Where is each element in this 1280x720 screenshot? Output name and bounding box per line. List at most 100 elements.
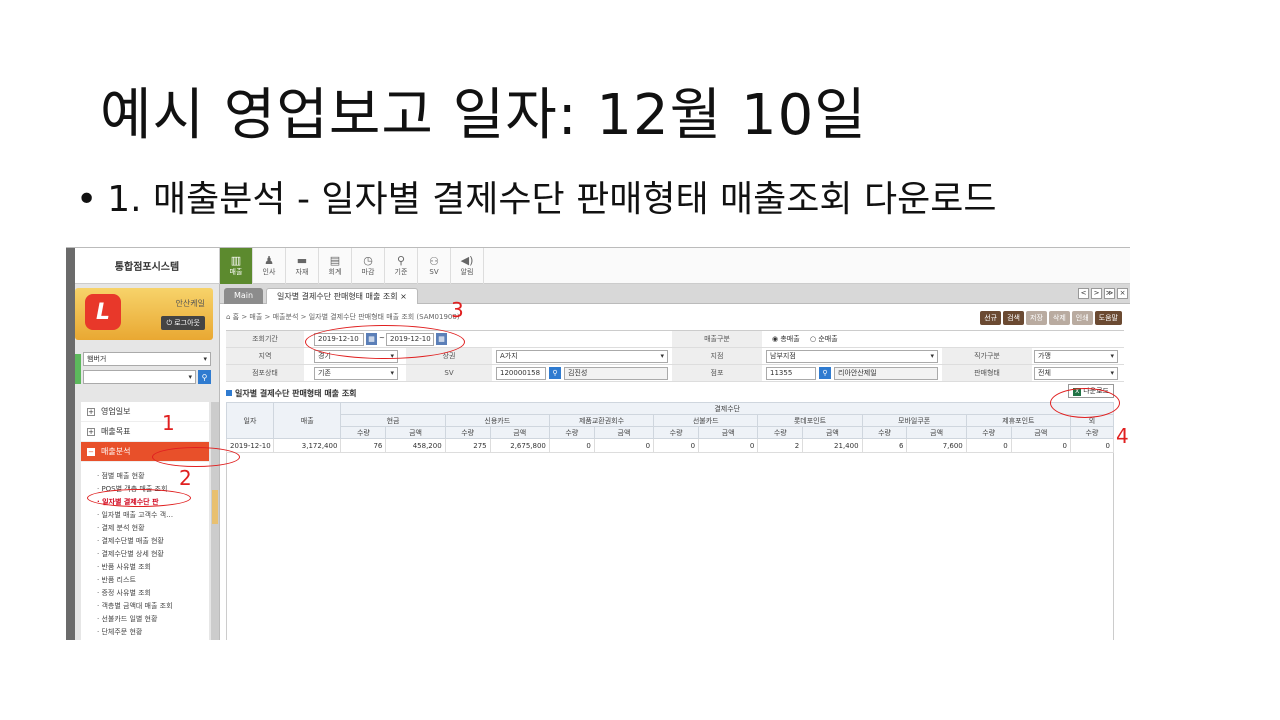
nav-item-6[interactable]: ⚇ SV bbox=[418, 248, 451, 284]
slide-bullet: • 1. 매출분석 - 일자별 결제수단 판매형태 매출조회 다운로드 bbox=[76, 170, 996, 222]
cell-value: 0 bbox=[965, 438, 1012, 453]
action-buttons: 선규 검색 저장 삭제 인쇄 도움말 bbox=[980, 311, 1122, 325]
method-header: 제품교환권회수 bbox=[548, 414, 655, 427]
branch-select[interactable]: 남부지점 ▾ bbox=[766, 350, 938, 363]
cell-value: 21,400 bbox=[802, 438, 863, 453]
tab-list-button[interactable]: ≫ bbox=[1104, 288, 1115, 299]
method-header: 선불카드 bbox=[653, 414, 759, 427]
menu-item[interactable]: · 일자별 매출 고객수 객… bbox=[81, 509, 209, 522]
nav-item-7[interactable]: ◀) 알림 bbox=[451, 248, 484, 284]
menu-group[interactable]: + 영업일보 bbox=[81, 402, 209, 422]
cell-value: 0 bbox=[593, 438, 655, 453]
menu-item[interactable]: · 객층별 금액대 매출 조회 bbox=[81, 600, 209, 613]
menu-scrollbar[interactable] bbox=[211, 402, 219, 640]
nav-item-5[interactable]: ⚲ 기준 bbox=[385, 248, 418, 284]
menu-item[interactable]: · 반품 리스트 bbox=[81, 574, 209, 587]
store-code-input[interactable]: 11355 bbox=[766, 367, 816, 380]
expand-icon: + bbox=[87, 427, 95, 436]
amount-header: 금액 bbox=[698, 426, 759, 439]
menu-item[interactable]: · 선불카드 일별 현황 bbox=[81, 613, 209, 626]
store-search-input[interactable]: ▾ bbox=[83, 370, 196, 384]
menu-item[interactable]: · 증정 사유별 조회 bbox=[81, 587, 209, 600]
chevron-down-icon: ▾ bbox=[188, 373, 192, 381]
tab-next-button[interactable]: > bbox=[1091, 288, 1102, 299]
tab-close-all-button[interactable]: × bbox=[1117, 288, 1128, 299]
nav-item-label: 알림 bbox=[460, 268, 474, 276]
nav-item-2[interactable]: ▬ 자재 bbox=[286, 248, 319, 284]
menu-group-label: 매출목표 bbox=[101, 427, 131, 436]
district-select[interactable]: A가지 ▾ bbox=[496, 350, 668, 363]
sv-code-input[interactable]: 120000158 bbox=[496, 367, 546, 380]
action-button-4[interactable]: 인쇄 bbox=[1071, 311, 1093, 325]
person-icon: ♟ bbox=[264, 254, 274, 267]
nav-item-label: 매출 bbox=[229, 268, 243, 276]
left-edge-bar bbox=[66, 248, 75, 640]
radio-net-sales[interactable]: ○ 순매출 bbox=[810, 334, 838, 344]
menu-group[interactable]: + 매출목표 bbox=[81, 422, 209, 442]
action-button-2[interactable]: 저장 bbox=[1026, 311, 1047, 325]
payment-group-header: 결제수단 bbox=[340, 402, 1114, 415]
store-type-value: 햄버거 bbox=[87, 355, 107, 363]
chevron-down-icon: ▾ bbox=[1110, 369, 1114, 377]
menu-item[interactable]: · 단체주문 현황 bbox=[81, 626, 209, 639]
action-button-1[interactable]: 검색 bbox=[1003, 311, 1024, 325]
radio-gross-sales[interactable]: ◉ 총매출 bbox=[772, 334, 800, 344]
cell-value: 458,200 bbox=[385, 438, 446, 453]
menu-item[interactable]: · 결제수단별 상세 현황 bbox=[81, 548, 209, 561]
branch-label: 지점 bbox=[672, 348, 762, 364]
action-button-3[interactable]: 삭제 bbox=[1048, 311, 1070, 325]
chart-icon: ▥ bbox=[230, 254, 242, 267]
store-type-select[interactable]: 햄버거 ▾ bbox=[83, 352, 211, 366]
top-nav: ▥ 매출 ♟ 인사 ▬ 자재 ▤ 회계 ◷ 마감 ⚲ 기준 ⚇ SV ◀) 알림 bbox=[220, 248, 1130, 284]
status-label: 점포상태 bbox=[226, 365, 304, 381]
clock-icon: ◷ bbox=[363, 254, 373, 267]
nav-item-label: 자재 bbox=[295, 268, 309, 276]
sale-form-select[interactable]: 전체 ▾ bbox=[1034, 367, 1118, 380]
tab-main[interactable]: Main bbox=[224, 288, 264, 304]
qty-header: 수량 bbox=[757, 426, 804, 439]
menu-item[interactable]: · 결제 분석 현황 bbox=[81, 522, 209, 535]
nav-item-1[interactable]: ♟ 인사 bbox=[253, 248, 286, 284]
nav-item-4[interactable]: ◷ 마감 bbox=[352, 248, 385, 284]
scrollbar-thumb[interactable] bbox=[212, 490, 218, 524]
annotation-circle-4 bbox=[1050, 388, 1120, 418]
amount-header: 금액 bbox=[1010, 426, 1071, 439]
franchise-select[interactable]: 가맹 ▾ bbox=[1034, 350, 1118, 363]
org-icon: ⚇ bbox=[429, 255, 439, 268]
nav-item-3[interactable]: ▤ 회계 bbox=[319, 248, 352, 284]
nav-item-0[interactable]: ▥ 매출 bbox=[220, 248, 253, 284]
nav-item-label: 인사 bbox=[262, 268, 276, 276]
cell-value: 76 bbox=[340, 438, 387, 453]
store-search-icon[interactable]: ⚲ bbox=[819, 367, 831, 379]
result-grid: 일자 매출 결제수단 현금 신용카드 제품교환권회수 선불카드 롯데포인트 모바일쿠폰 제휴포인트… bbox=[226, 402, 1115, 453]
menu-item[interactable]: · 반품 사유별 조회 bbox=[81, 561, 209, 574]
side-tab-strip[interactable] bbox=[75, 354, 81, 384]
section-title: 일자별 결제수단 판매형태 매출 조회 bbox=[226, 388, 357, 399]
breadcrumb: ⌂ 홈 > 매출 > 매출분석 > 일자별 결제수단 판매형태 매출 조회 (S… bbox=[226, 313, 460, 321]
search-button[interactable]: ⚲ bbox=[198, 370, 211, 384]
menu-item[interactable]: · 결제수단별 매출 현황 bbox=[81, 535, 209, 548]
cell-sales: 3,172,400 bbox=[272, 438, 342, 453]
logout-button[interactable]: ⏻ 로그아웃 bbox=[161, 316, 205, 330]
annotation-number-2: 2 bbox=[179, 466, 192, 490]
tab-current[interactable]: 일자별 결제수단 판매형태 매출 조회 × bbox=[266, 288, 418, 304]
speaker-icon: ◀) bbox=[460, 254, 474, 267]
annotation-circle-2 bbox=[87, 489, 191, 507]
action-button-0[interactable]: 선규 bbox=[980, 311, 1002, 325]
table-row[interactable]: 2019-12-10 3,172,400 76 458,200 275 2,675,800… bbox=[226, 438, 1115, 453]
tab-current-label: 일자별 결제수단 판매형태 매출 조회 bbox=[277, 292, 398, 301]
amount-header: 금액 bbox=[906, 426, 967, 439]
cell-value: 2,675,800 bbox=[489, 438, 550, 453]
action-button-5[interactable]: 도움말 bbox=[1094, 311, 1122, 325]
status-select[interactable]: 기존 ▾ bbox=[314, 367, 398, 380]
franchise-value: 가맹 bbox=[1038, 352, 1051, 360]
tab-prev-button[interactable]: < bbox=[1078, 288, 1089, 299]
menu-item-label: 일자별 매출 고객수 객… bbox=[101, 511, 174, 519]
sv-search-icon[interactable]: ⚲ bbox=[549, 367, 561, 379]
tab-bar: Main 일자별 결제수단 판매형태 매출 조회 × < > ≫ × bbox=[220, 284, 1130, 304]
qty-header: 수량 bbox=[548, 426, 595, 439]
brand-logo-icon: L bbox=[85, 294, 121, 330]
menu-item-label: 반품 사유별 조회 bbox=[101, 563, 151, 571]
menu-item[interactable]: · 현금영수증 가려내역 bbox=[81, 639, 209, 640]
tab-close-icon[interactable]: × bbox=[400, 292, 407, 301]
